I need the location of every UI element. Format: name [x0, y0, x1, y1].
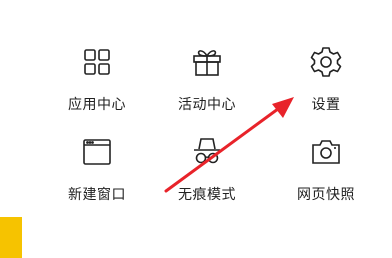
menu-item-label: 活动中心 [178, 97, 236, 113]
menu-panel: 应用中心 活动中心 设置 新建窗口 无痕模式 网页快照 [22, 0, 392, 258]
menu-item-app-center[interactable]: 应用中心 [42, 45, 152, 125]
apps-grid-icon [80, 45, 114, 79]
new-window-icon [80, 135, 114, 169]
menu-item-label: 新建窗口 [68, 187, 126, 203]
menu-item-web-snapshot[interactable]: 网页快照 [271, 135, 381, 215]
menu-item-label: 设置 [311, 97, 341, 113]
menu-item-activity-center[interactable]: 活动中心 [152, 45, 262, 125]
menu-item-label: 网页快照 [297, 187, 355, 203]
menu-grid: 应用中心 活动中心 设置 新建窗口 无痕模式 网页快照 [22, 0, 392, 240]
menu-item-label: 无痕模式 [178, 187, 236, 203]
camera-icon [309, 135, 343, 169]
incognito-icon [190, 135, 224, 169]
left-yellow-accent [0, 217, 22, 258]
menu-item-new-window[interactable]: 新建窗口 [42, 135, 152, 215]
gear-icon [309, 45, 343, 79]
menu-item-settings[interactable]: 设置 [271, 45, 381, 125]
menu-item-incognito[interactable]: 无痕模式 [152, 135, 262, 215]
gift-icon [190, 45, 224, 79]
menu-item-label: 应用中心 [68, 97, 126, 113]
